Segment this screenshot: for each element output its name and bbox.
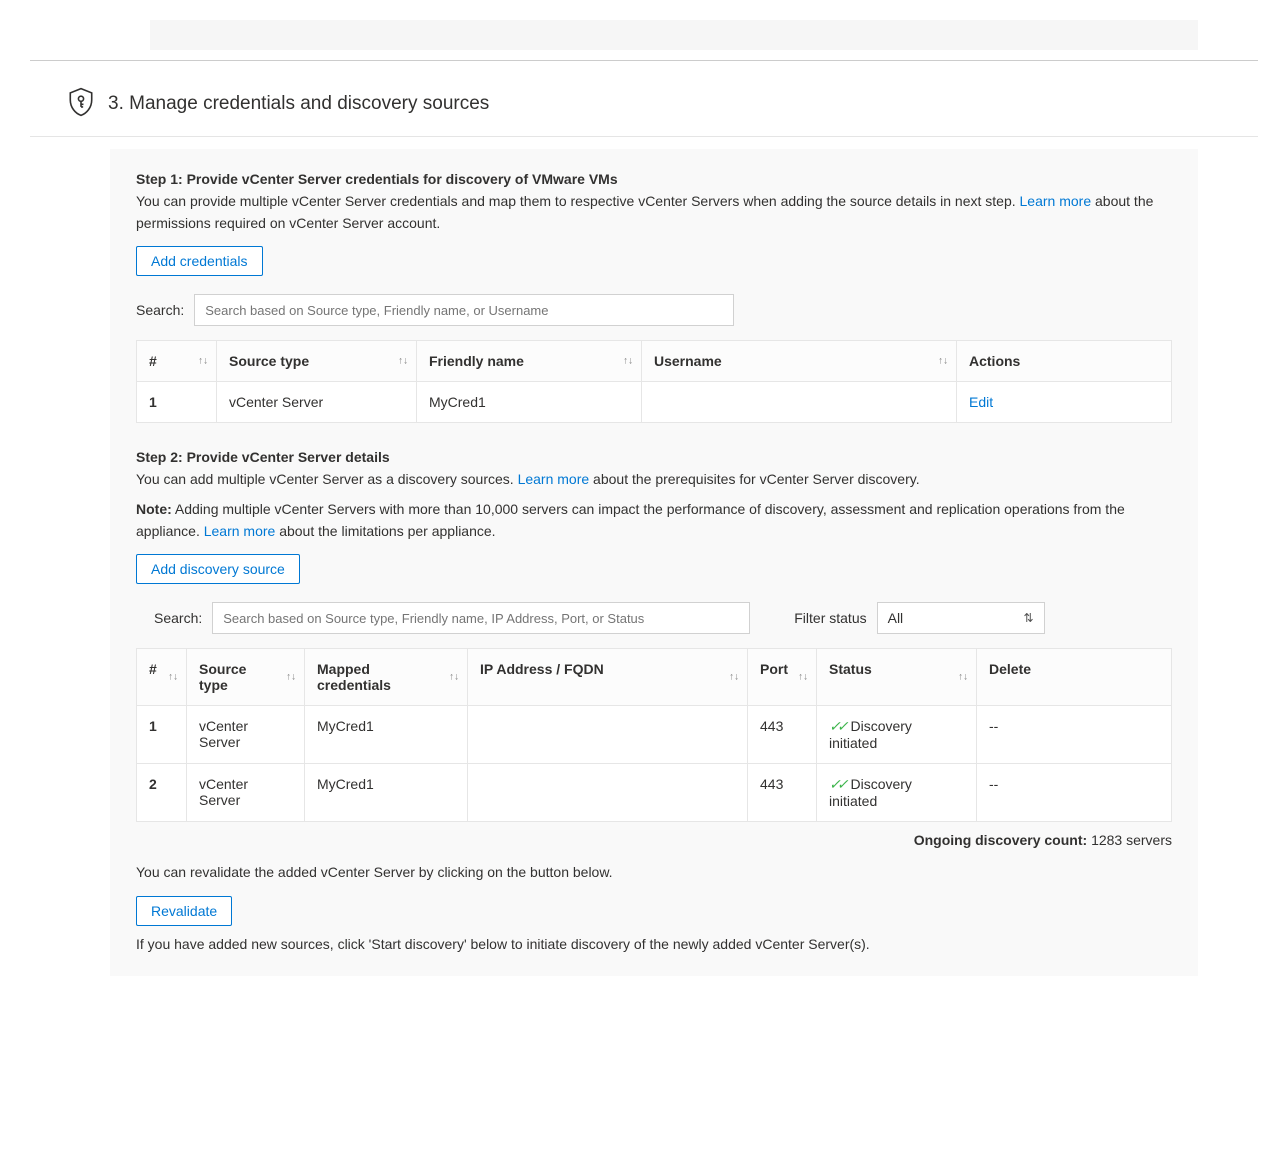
step1-search-input[interactable] — [194, 294, 734, 326]
add-discovery-source-button[interactable]: Add discovery source — [136, 554, 300, 584]
cell-index: 1 — [149, 718, 157, 734]
select-caret-icon: ⇅ — [1024, 611, 1034, 625]
revalidate-button[interactable]: Revalidate — [136, 896, 232, 926]
count-label: Ongoing discovery count: — [914, 832, 1087, 848]
col-index[interactable]: # ↑↓ — [137, 341, 217, 382]
step1-search-label: Search: — [136, 302, 184, 318]
cell-source-type: vCenter Server — [187, 764, 305, 822]
col-actions-label: Actions — [969, 353, 1020, 369]
discovery-sources-table: # ↑↓ Source type ↑↓ Mapped credentials ↑… — [136, 648, 1172, 822]
step2-learn-more-link-2[interactable]: Learn more — [204, 523, 276, 539]
double-check-icon: ✓✓ — [829, 718, 844, 734]
step1-desc-pre: You can provide multiple vCenter Server … — [136, 193, 1020, 209]
double-check-icon: ✓✓ — [829, 776, 844, 792]
table-row: 1 vCenter Server MyCred1 Edit — [137, 382, 1172, 423]
sort-icon: ↑↓ — [729, 672, 739, 683]
edit-link[interactable]: Edit — [969, 394, 993, 410]
filter-status-label: Filter status — [794, 610, 866, 626]
section-title: 3. Manage credentials and discovery sour… — [108, 93, 489, 115]
cell-mapped: MyCred1 — [305, 706, 468, 764]
col2-delete-label: Delete — [989, 661, 1031, 677]
cell-ip — [468, 764, 748, 822]
col2-index[interactable]: # ↑↓ — [137, 649, 187, 706]
revalidate-text: You can revalidate the added vCenter Ser… — [136, 862, 1172, 884]
col-username[interactable]: Username ↑↓ — [642, 341, 957, 382]
table-row: 1 vCenter Server MyCred1 443 ✓✓Discovery… — [137, 706, 1172, 764]
credentials-table: # ↑↓ Source type ↑↓ Friendly name ↑↓ Use… — [136, 340, 1172, 423]
cell-mapped: MyCred1 — [305, 764, 468, 822]
col2-index-label: # — [149, 661, 157, 677]
step1-title: Step 1: Provide vCenter Server credentia… — [136, 171, 1172, 187]
col-friendly-name-label: Friendly name — [429, 353, 524, 369]
top-banner — [150, 20, 1198, 50]
col2-port[interactable]: Port ↑↓ — [748, 649, 817, 706]
col2-ip[interactable]: IP Address / FQDN ↑↓ — [468, 649, 748, 706]
cell-delete: -- — [977, 706, 1172, 764]
cell-port: 443 — [748, 764, 817, 822]
step2-desc-post: about the prerequisites for vCenter Serv… — [589, 471, 919, 487]
section-title-text: Manage credentials and discovery sources — [129, 93, 489, 114]
sort-icon: ↑↓ — [398, 356, 408, 367]
col-source-type-label: Source type — [229, 353, 309, 369]
main-card: Step 1: Provide vCenter Server credentia… — [110, 149, 1198, 976]
step1-learn-more-link[interactable]: Learn more — [1020, 193, 1092, 209]
col2-source-type-label: Source type — [199, 661, 246, 693]
sort-icon: ↑↓ — [168, 672, 178, 683]
step2-search-label: Search: — [154, 610, 202, 626]
col2-status[interactable]: Status ↑↓ — [817, 649, 977, 706]
add-credentials-button[interactable]: Add credentials — [136, 246, 263, 276]
cell-port: 443 — [748, 706, 817, 764]
col2-source-type[interactable]: Source type ↑↓ — [187, 649, 305, 706]
section-number: 3. — [108, 93, 124, 114]
col2-delete: Delete — [977, 649, 1172, 706]
col-source-type[interactable]: Source type ↑↓ — [217, 341, 417, 382]
cell-ip — [468, 706, 748, 764]
cell-delete: -- — [977, 764, 1172, 822]
col2-ip-label: IP Address / FQDN — [480, 661, 604, 677]
after-add-text: If you have added new sources, click 'St… — [136, 934, 1172, 956]
step2-learn-more-link-1[interactable]: Learn more — [518, 471, 590, 487]
ongoing-discovery-count: Ongoing discovery count: 1283 servers — [136, 832, 1172, 848]
sort-icon: ↑↓ — [938, 356, 948, 367]
sort-icon: ↑↓ — [286, 672, 296, 683]
col-actions: Actions — [957, 341, 1172, 382]
step1-description: You can provide multiple vCenter Server … — [136, 191, 1172, 234]
sort-icon: ↑↓ — [798, 672, 808, 683]
col2-mapped-credentials-label: Mapped credentials — [317, 661, 391, 693]
note-label: Note: — [136, 501, 172, 517]
sort-icon: ↑↓ — [198, 356, 208, 367]
col-username-label: Username — [654, 353, 722, 369]
cell-index: 1 — [149, 394, 157, 410]
cell-source-type: vCenter Server — [187, 706, 305, 764]
col2-mapped-credentials[interactable]: Mapped credentials ↑↓ — [305, 649, 468, 706]
filter-status-select[interactable]: All ⇅ — [877, 602, 1045, 634]
cell-index: 2 — [149, 776, 157, 792]
step2-title: Step 2: Provide vCenter Server details — [136, 449, 1172, 465]
section-header: 3. Manage credentials and discovery sour… — [30, 81, 1258, 137]
step2-note: Note: Adding multiple vCenter Servers wi… — [136, 499, 1172, 542]
sort-icon: ↑↓ — [623, 356, 633, 367]
col2-port-label: Port — [760, 661, 788, 677]
cell-username — [642, 382, 957, 423]
sort-icon: ↑↓ — [958, 672, 968, 683]
cell-status: ✓✓Discovery initiated — [817, 764, 977, 822]
cell-friendly-name: MyCred1 — [417, 382, 642, 423]
step2-desc-pre: You can add multiple vCenter Server as a… — [136, 471, 518, 487]
table-row: 2 vCenter Server MyCred1 443 ✓✓Discovery… — [137, 764, 1172, 822]
cell-source-type: vCenter Server — [217, 382, 417, 423]
filter-status-value: All — [888, 610, 904, 626]
col-friendly-name[interactable]: Friendly name ↑↓ — [417, 341, 642, 382]
count-value: 1283 servers — [1091, 832, 1172, 848]
shield-key-icon — [68, 87, 94, 120]
sort-icon: ↑↓ — [449, 672, 459, 683]
col2-status-label: Status — [829, 661, 872, 677]
divider — [30, 60, 1258, 61]
cell-status: ✓✓Discovery initiated — [817, 706, 977, 764]
step2-search-input[interactable] — [212, 602, 750, 634]
step2-description: You can add multiple vCenter Server as a… — [136, 469, 1172, 491]
col-index-label: # — [149, 353, 157, 369]
note-text-post: about the limitations per appliance. — [275, 523, 495, 539]
